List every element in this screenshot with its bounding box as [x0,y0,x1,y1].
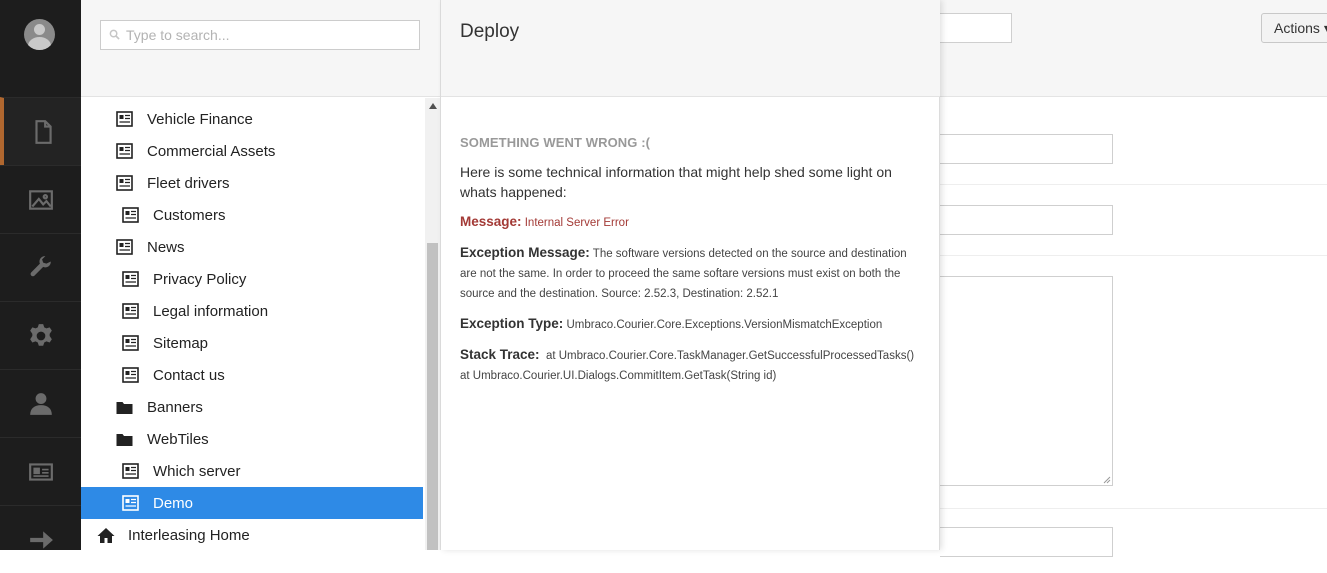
tree-item-contact-us[interactable]: Contact us [81,359,423,391]
document-icon [116,175,133,191]
nav-users[interactable] [0,369,81,437]
tree-scrollbar[interactable] [425,98,440,550]
property-input-2[interactable] [940,205,1113,235]
user-section [0,0,81,97]
exception-message-label: Exception Message: [460,245,590,260]
tree-item-vehicle-finance[interactable]: Vehicle Finance [81,103,423,135]
divider [940,184,1327,185]
document-icon [122,335,139,351]
tree-item-banners[interactable]: Banners [81,391,423,423]
tree-item-label: Fleet drivers [147,174,230,192]
tree-item-label: WebTiles [147,430,209,448]
nav-members[interactable] [0,437,81,505]
deploy-dialog: Deploy SOMETHING WENT WRONG :( Here is s… [441,0,940,550]
tree-item-label: Which server [153,462,241,480]
exception-type-field: Exception Type: Umbraco.Courier.Core.Exc… [460,314,920,335]
tree-item-sitemap[interactable]: Sitemap [81,327,423,359]
tree-item-privacy-policy[interactable]: Privacy Policy [81,263,423,295]
deploy-arrow-icon [29,530,53,549]
scroll-up-arrow-icon[interactable] [429,103,437,109]
nav-deploy[interactable] [0,505,81,573]
document-icon [116,111,133,127]
content-tree-panel: Vehicle Finance Commercial Assets Fleet … [81,0,441,550]
search-input[interactable] [126,21,416,49]
tree-header [81,0,440,97]
tree-item-label: Interleasing Home [128,526,250,544]
divider [940,508,1327,509]
search-field[interactable] [100,20,420,50]
tree-item-news[interactable]: News [81,231,423,263]
document-icon [116,239,133,255]
nav-content[interactable] [0,97,81,165]
developer-icon [30,255,51,276]
exception-type-value: Umbraco.Courier.Core.Exceptions.VersionM… [566,319,883,331]
error-details: SOMETHING WENT WRONG :( Here is some tec… [460,135,920,396]
tree-item-fleet-drivers[interactable]: Fleet drivers [81,167,423,199]
tree-list: Vehicle Finance Commercial Assets Fleet … [81,103,423,551]
tree-item-label: Contact us [153,366,225,384]
tree-item-label: Vehicle Finance [147,110,253,128]
users-icon [29,392,52,415]
tree-item-label: Legal information [153,302,269,320]
avatar[interactable] [24,19,55,50]
document-icon [122,207,139,223]
stack-trace-label: Stack Trace: [460,347,540,362]
document-icon [122,463,139,479]
tree-item-label: Commercial Assets [147,142,276,160]
content-icon [34,119,52,144]
message-label: Message: [460,214,522,229]
nav-developer[interactable] [0,233,81,301]
tree-item-interleasing-home[interactable]: Interleasing Home [81,519,423,551]
folder-icon [116,434,133,446]
document-icon [122,495,139,511]
divider [940,255,1327,256]
resize-handle-icon [1103,476,1111,484]
exception-type-label: Exception Type: [460,316,564,331]
property-input-3[interactable] [940,527,1113,557]
node-name-input[interactable] [940,13,1012,43]
property-input-1[interactable] [940,134,1113,164]
tree-item-label: Sitemap [153,334,209,352]
tree-item-legal-information[interactable]: Legal information [81,295,423,327]
tree-item-label: Banners [147,398,203,416]
document-icon [116,143,133,159]
tree-item-demo[interactable]: Demo [81,487,423,519]
tree-item-customers[interactable]: Customers [81,199,423,231]
exception-message-field: Exception Message: The software versions… [460,243,920,304]
media-icon [28,189,53,210]
document-icon [122,303,139,319]
dialog-title: Deploy [460,21,520,42]
folder-icon [116,402,133,414]
actions-button-label: Actions [1274,20,1320,36]
error-intro: Here is some technical information that … [460,164,892,200]
actions-button[interactable]: Actions ▾ [1261,13,1327,43]
document-icon [122,367,139,383]
home-icon [97,527,115,543]
search-icon [109,29,120,40]
tree-item-webtiles[interactable]: WebTiles [81,423,423,455]
tree-item-label: Demo [153,494,194,512]
tree-item-commercial-assets[interactable]: Commercial Assets [81,135,423,167]
app-navigation [0,0,81,550]
message-field: Message: Internal Server Error [460,212,920,233]
dialog-header: Deploy [441,0,940,97]
members-icon [28,462,53,481]
nav-settings[interactable] [0,301,81,369]
settings-icon [29,323,52,346]
scrollbar-thumb[interactable] [427,243,438,550]
tree-item-label: News [147,238,185,256]
tree-item-which-server[interactable]: Which server [81,455,423,487]
stack-trace-field: Stack Trace: at Umbraco.Courier.Core.Tas… [460,345,920,386]
tree-item-label: Customers [153,206,226,224]
document-icon [122,271,139,287]
error-title: SOMETHING WENT WRONG :( [460,135,651,150]
property-textarea[interactable] [940,276,1113,486]
tree-item-label: Privacy Policy [153,270,247,288]
message-value: Internal Server Error [524,217,629,229]
nav-media[interactable] [0,165,81,233]
